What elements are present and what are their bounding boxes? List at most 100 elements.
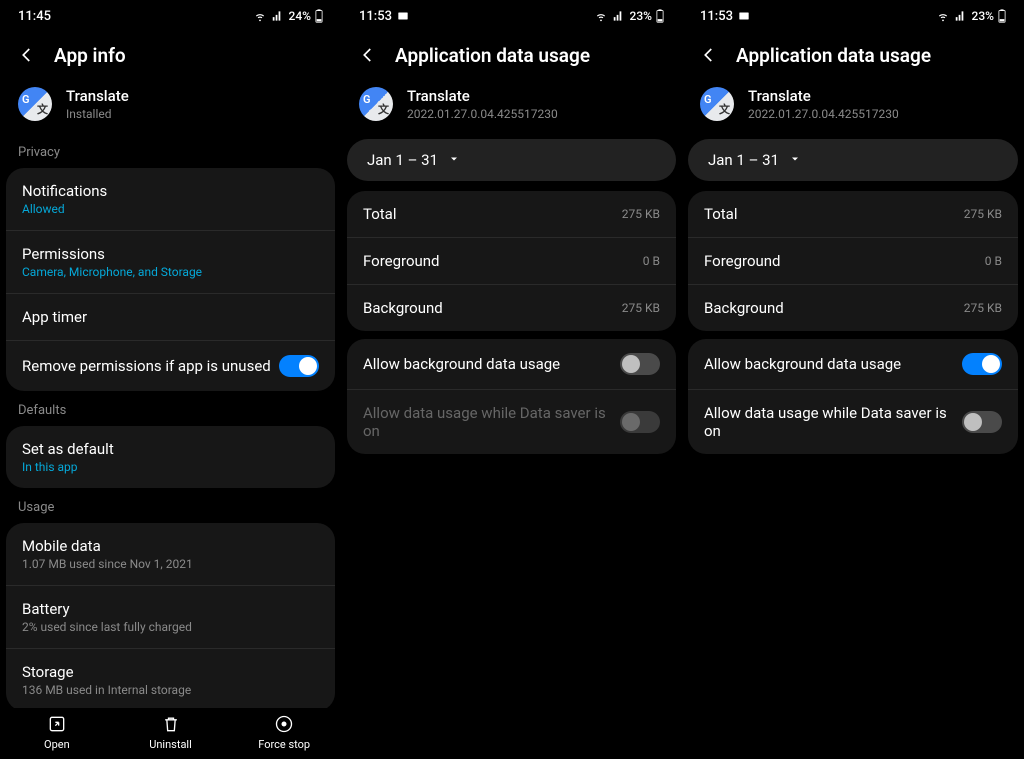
row-sub: 1.07 MB used since Nov 1, 2021 [22, 557, 319, 571]
open-icon [47, 714, 67, 734]
app-status: Installed [66, 107, 129, 121]
app-header: G文 Translate 2022.01.27.0.04.425517230 [341, 81, 682, 133]
row-title: Storage [22, 663, 319, 681]
row-label: Background [363, 299, 443, 317]
date-range-label: Jan 1 – 31 [708, 151, 779, 169]
data-usage-screen-bg-on: 11:53 23% Application data usage G文 Tran… [682, 0, 1024, 759]
row-title: Allow background data usage [704, 355, 962, 373]
wifi-icon [253, 9, 267, 23]
trash-icon [161, 714, 181, 734]
data-usage-screen-bg-off: 11:53 23% Application data usage G文 Tran… [341, 0, 682, 759]
force-stop-button[interactable]: Force stop [227, 714, 341, 751]
header: App info [0, 36, 341, 81]
app-header: G文 Translate Installed [0, 81, 341, 133]
permissions-row[interactable]: Permissions Camera, Microphone, and Stor… [6, 231, 335, 294]
allow-data-saver-row: Allow data usage while Data saver is on [347, 390, 676, 454]
wifi-icon [594, 9, 608, 23]
row-title: Battery [22, 600, 319, 618]
row-sub: 136 MB used in Internal storage [22, 683, 319, 697]
background-row: Background 275 KB [347, 285, 676, 331]
app-info-screen: 11:45 24% App info G文 Translate Installe… [0, 0, 341, 759]
allow-bg-toggle[interactable] [620, 353, 660, 375]
row-title: Notifications [22, 182, 319, 200]
battery-icon [656, 9, 664, 23]
battery-percent: 23% [630, 9, 652, 23]
row-title: Allow background data usage [363, 355, 620, 373]
defaults-card: Set as default In this app [6, 426, 335, 488]
row-value: 275 KB [622, 207, 660, 221]
app-timer-row[interactable]: App timer [6, 294, 335, 341]
date-range-selector[interactable]: Jan 1 – 31 [347, 139, 676, 181]
row-value: 275 KB [622, 301, 660, 315]
translate-app-icon: G文 [18, 87, 52, 121]
chevron-down-icon [448, 151, 460, 169]
screenshot-icon [737, 9, 751, 23]
usage-label: Usage [0, 492, 341, 519]
row-label: Background [704, 299, 784, 317]
toggles-card: Allow background data usage Allow data u… [347, 339, 676, 454]
app-name: Translate [748, 87, 899, 105]
screenshot-icon [396, 9, 410, 23]
battery-icon [998, 9, 1006, 23]
bottom-bar: Open Uninstall Force stop [0, 708, 341, 759]
row-value: 0 B [643, 254, 660, 268]
status-time: 11:53 [700, 9, 733, 24]
privacy-label: Privacy [0, 137, 341, 164]
chevron-down-icon [789, 151, 801, 169]
foreground-row: Foreground 0 B [688, 238, 1018, 285]
row-label: Total [363, 205, 397, 223]
set-default-row[interactable]: Set as default In this app [6, 426, 335, 488]
btn-label: Force stop [258, 738, 310, 751]
status-bar: 11:45 24% [0, 0, 341, 28]
total-row: Total 275 KB [688, 191, 1018, 238]
row-label: Foreground [363, 252, 440, 270]
header: Application data usage [682, 36, 1024, 81]
allow-data-saver-toggle[interactable] [962, 411, 1002, 433]
notifications-row[interactable]: Notifications Allowed [6, 168, 335, 231]
allow-bg-row[interactable]: Allow background data usage [688, 339, 1018, 390]
status-time: 11:53 [359, 9, 392, 24]
page-title: Application data usage [736, 44, 931, 67]
battery-icon [315, 9, 323, 23]
status-bar: 11:53 23% [682, 0, 1024, 28]
app-name: Translate [66, 87, 129, 105]
storage-row[interactable]: Storage 136 MB used in Internal storage [6, 649, 335, 711]
wifi-icon [936, 9, 950, 23]
open-button[interactable]: Open [0, 714, 114, 751]
usage-card: Mobile data 1.07 MB used since Nov 1, 20… [6, 523, 335, 711]
usage-stats-card: Total 275 KB Foreground 0 B Background 2… [347, 191, 676, 331]
background-row: Background 275 KB [688, 285, 1018, 331]
allow-data-saver-toggle [620, 411, 660, 433]
back-icon[interactable] [18, 46, 38, 66]
date-range-selector[interactable]: Jan 1 – 31 [688, 139, 1018, 181]
remove-permissions-toggle[interactable] [279, 355, 319, 377]
back-icon[interactable] [359, 46, 379, 66]
status-time: 11:45 [18, 9, 51, 24]
page-title: Application data usage [395, 44, 590, 67]
battery-percent: 23% [972, 9, 994, 23]
row-title: Remove permissions if app is unused [22, 357, 279, 375]
row-sub: Allowed [22, 202, 319, 216]
status-bar: 11:53 23% [341, 0, 682, 28]
btn-label: Open [44, 738, 70, 751]
row-value: 275 KB [964, 207, 1002, 221]
battery-row[interactable]: Battery 2% used since last fully charged [6, 586, 335, 649]
row-label: Foreground [704, 252, 781, 270]
row-title: Permissions [22, 245, 319, 263]
signal-icon [612, 9, 626, 23]
header: Application data usage [341, 36, 682, 81]
mobile-data-row[interactable]: Mobile data 1.07 MB used since Nov 1, 20… [6, 523, 335, 586]
row-title: Allow data usage while Data saver is on [363, 404, 620, 440]
remove-permissions-row[interactable]: Remove permissions if app is unused [6, 341, 335, 391]
uninstall-button[interactable]: Uninstall [114, 714, 228, 751]
allow-data-saver-row[interactable]: Allow data usage while Data saver is on [688, 390, 1018, 454]
app-header: G文 Translate 2022.01.27.0.04.425517230 [682, 81, 1024, 133]
privacy-card: Notifications Allowed Permissions Camera… [6, 168, 335, 391]
app-version: 2022.01.27.0.04.425517230 [748, 107, 899, 121]
row-title: Allow data usage while Data saver is on [704, 404, 962, 440]
allow-bg-toggle[interactable] [962, 353, 1002, 375]
app-name: Translate [407, 87, 558, 105]
back-icon[interactable] [700, 46, 720, 66]
allow-bg-row[interactable]: Allow background data usage [347, 339, 676, 390]
date-range-label: Jan 1 – 31 [367, 151, 438, 169]
